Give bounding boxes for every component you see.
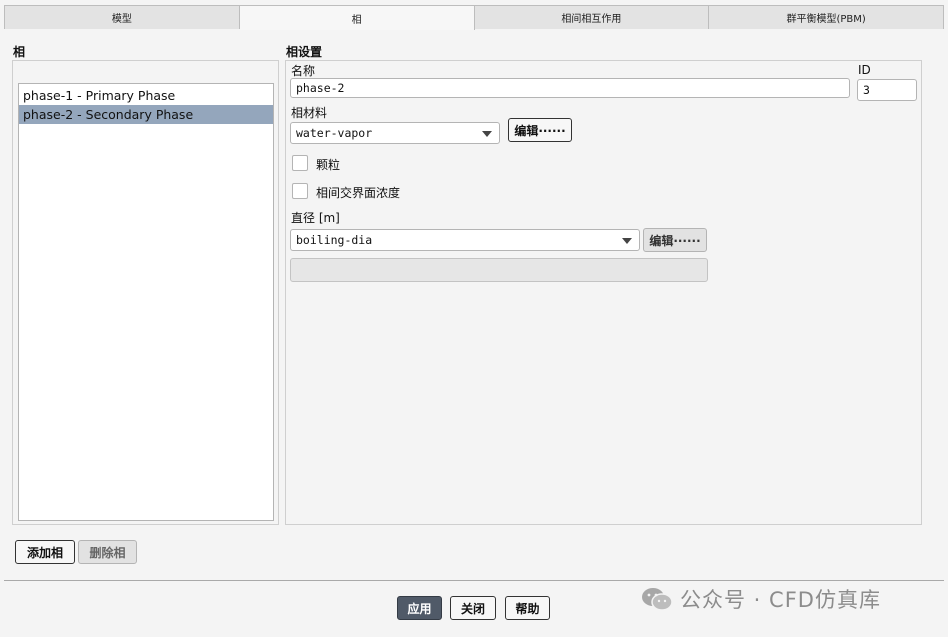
watermark-text: 公众号 · CFD仿真库 [680,588,881,612]
edit-diameter-button[interactable]: 编辑······ [643,228,707,252]
diameter-label: 直径 [m] [291,211,340,225]
help-button[interactable]: 帮助 [505,596,550,620]
wechat-icon [642,588,673,611]
add-phase-button[interactable]: 添加相 [15,540,75,564]
diameter-value: boiling-dia [296,233,373,247]
edit-material-button[interactable]: 编辑······ [508,118,572,142]
chevron-down-icon [482,131,492,137]
interfacial-concentration-checkbox[interactable] [292,183,308,199]
close-button[interactable]: 关闭 [450,596,496,620]
id-field[interactable]: 3 [857,79,917,101]
tab-population-balance[interactable]: 群平衡模型(PBM) [709,5,944,29]
diameter-dropdown[interactable]: boiling-dia [290,229,640,251]
tab-phase-interaction[interactable]: 相间相互作用 [474,5,710,29]
list-item-phase-1[interactable]: phase-1 - Primary Phase [19,86,273,105]
granular-label: 颗粒 [316,158,341,172]
diameter-constant-field [290,258,708,282]
tab-models[interactable]: 模型 [4,5,240,29]
granular-checkbox[interactable] [292,155,308,171]
phase-settings-title: 相设置 [286,45,323,59]
phases-list[interactable]: phase-1 - Primary Phase phase-2 - Second… [18,83,274,521]
chevron-down-icon [622,238,632,244]
material-value: water-vapor [296,126,373,140]
list-item-phase-2[interactable]: phase-2 - Secondary Phase [19,105,273,124]
name-label: 名称 [291,64,316,78]
material-label: 相材料 [291,106,328,120]
tab-phases[interactable]: 相 [239,5,475,30]
interfacial-concentration-label: 相间交界面浓度 [316,186,401,200]
phases-title: 相 [13,45,26,59]
tab-bar: 模型 相 相间相互作用 群平衡模型(PBM) [4,5,944,30]
watermark: 公众号 · CFD仿真库 [640,584,881,614]
delete-phase-button[interactable]: 删除相 [78,540,137,564]
name-field[interactable]: phase-2 [290,78,850,98]
material-dropdown[interactable]: water-vapor [290,122,500,144]
id-label: ID [858,63,871,77]
apply-button[interactable]: 应用 [397,596,442,620]
footer-divider [4,580,944,581]
phases-panel: phase-1 - Primary Phase phase-2 - Second… [12,60,279,525]
